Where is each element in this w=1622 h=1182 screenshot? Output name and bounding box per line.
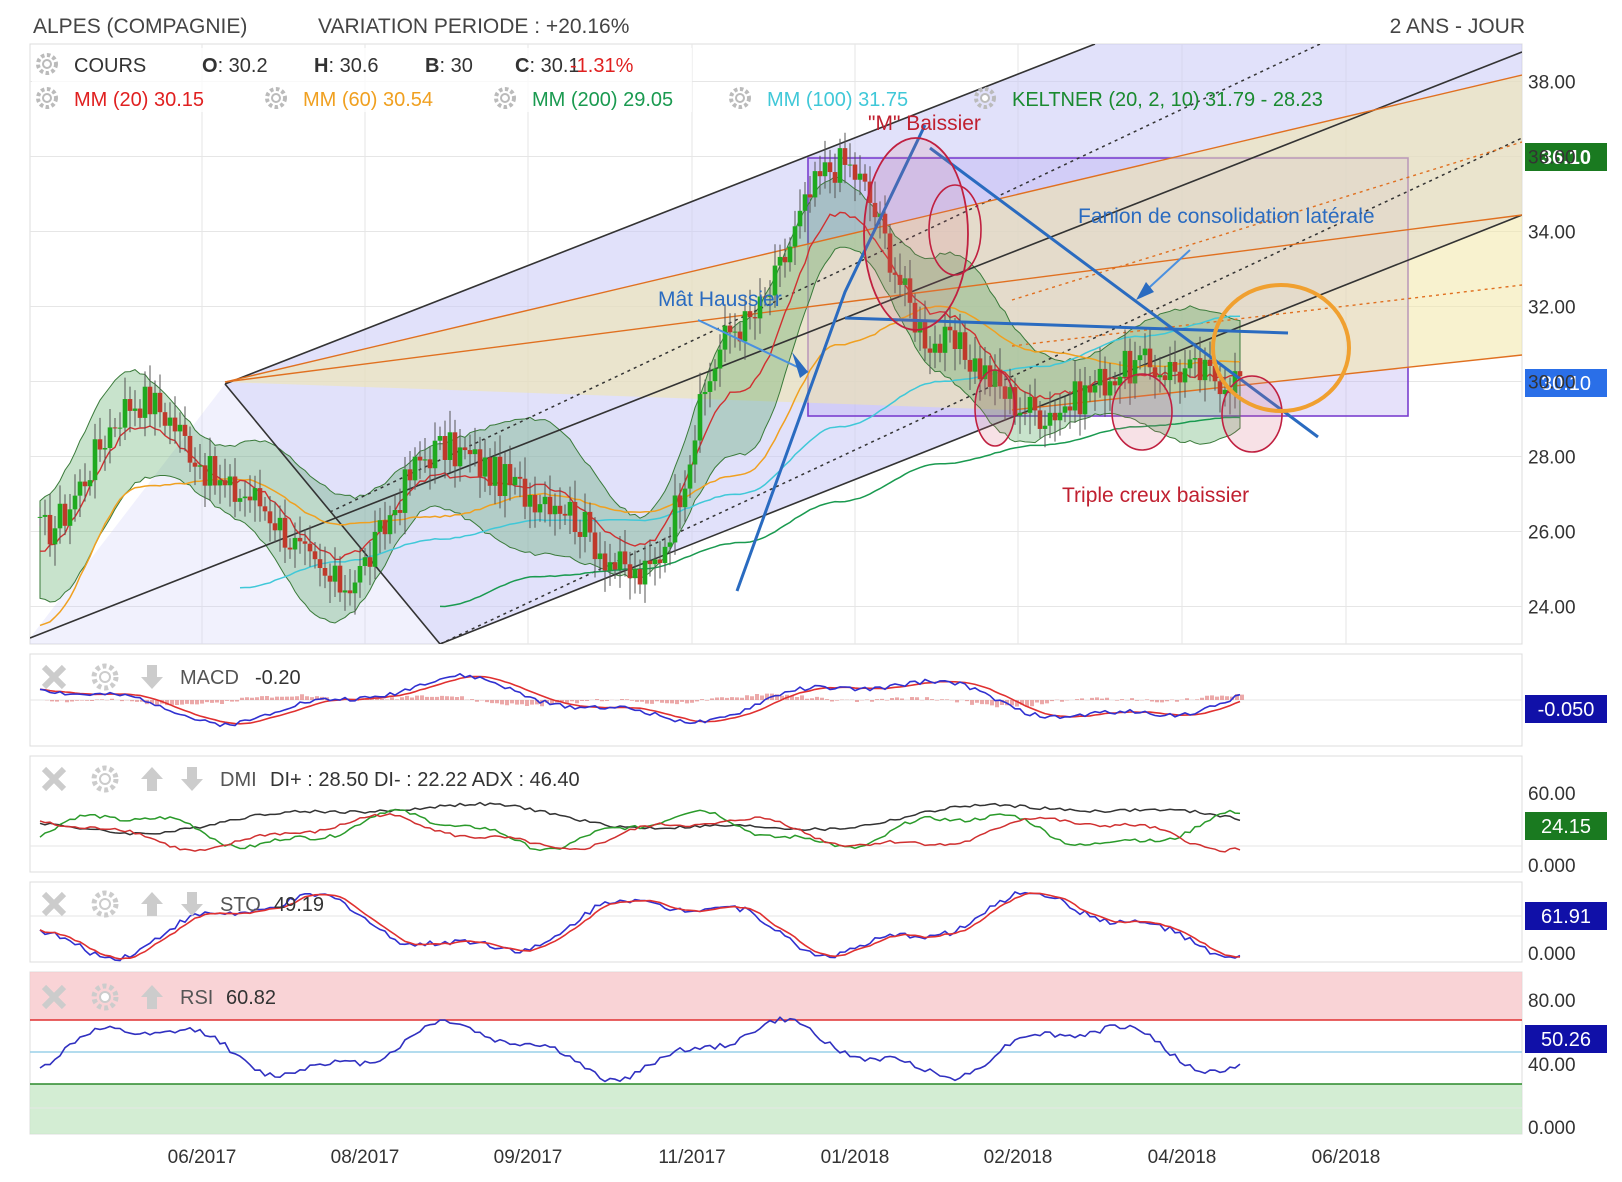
svg-text:-0.050: -0.050: [1538, 699, 1595, 721]
sto-name: STO: [220, 894, 261, 916]
y-tick-label: 32.00: [1528, 298, 1576, 319]
sto-value: 49.19: [274, 894, 324, 916]
x-tick-label: 11/2017: [658, 1147, 725, 1168]
y-tick-label: 36.00: [1528, 148, 1576, 169]
price-panel: "M" Baissier Mât Haussier Fanion de cons…: [29, 43, 1607, 1134]
x-tick-label: 06/2018: [1312, 1147, 1381, 1168]
macd-value-tag: -0.050: [1525, 695, 1607, 723]
cours-label: COURS: [74, 55, 146, 77]
indicator-legend-item[interactable]: MM (200) 29.05: [532, 89, 673, 111]
rsi-tick-40: 40.00: [1528, 1055, 1576, 1076]
indicator-legend-item[interactable]: MM (60) 30.54: [303, 89, 433, 111]
ohlc-b: B: 30: [425, 55, 473, 77]
y-tick-label: 30.00: [1528, 373, 1576, 394]
dmi-tick-60: 60.00: [1528, 784, 1576, 805]
dmi-values: DI+ : 28.50 DI- : 22.22 ADX : 46.40: [270, 769, 580, 791]
indicator-legend-item[interactable]: KELTNER (20, 2, 10) 31.79 - 28.23: [1012, 89, 1323, 111]
svg-text:61.91: 61.91: [1541, 906, 1591, 928]
macd-name: MACD: [180, 667, 239, 689]
x-tick-label: 02/2018: [984, 1147, 1053, 1168]
price-change: -1.31%: [570, 55, 634, 77]
stock-chart: ALPES (COMPAGNIE) VARIATION PERIODE : +2…: [29, 15, 1607, 1168]
triple-creux-label: Triple creux baissier: [1062, 484, 1249, 507]
x-tick-label: 09/2017: [494, 1147, 563, 1168]
indicator-legend-item[interactable]: MM (100) 31.75: [767, 89, 908, 111]
period-variation: VARIATION PERIODE : +20.16%: [318, 15, 629, 38]
y-tick-label: 38.00: [1528, 73, 1576, 94]
price-y-axis: 38.00 36.00 34.00 32.00 30.00 28.00 26.00 24.00: [1528, 73, 1576, 619]
m-top-ellipse: [863, 137, 969, 331]
fanion-label: Fanion de consolidation latérale: [1078, 205, 1375, 228]
x-tick-label: 01/2018: [821, 1147, 890, 1168]
rsi-value-tag: 50.26: [1525, 1025, 1607, 1053]
y-tick-label: 34.00: [1528, 223, 1576, 244]
rsi-panel: RSI 60.82 80.00 40.00 0.000 50.26: [29, 971, 1607, 1139]
rsi-name: RSI: [180, 987, 213, 1009]
chart-title: ALPES (COMPAGNIE): [33, 15, 247, 38]
dmi-name: DMI: [220, 769, 257, 791]
macd-panel: MACD -0.20 -0.050: [29, 653, 1607, 747]
x-tick-label: 06/2017: [168, 1147, 237, 1168]
sto-panel: STO 49.19 0.000 61.91: [29, 881, 1607, 965]
period-selector[interactable]: 2 ANS - JOUR: [1390, 15, 1525, 38]
y-tick-label: 28.00: [1528, 448, 1576, 469]
rsi-value: 60.82: [226, 987, 276, 1009]
dmi-panel: DMI DI+ : 28.50 DI- : 22.22 ADX : 46.40 …: [29, 755, 1607, 877]
dmi-tick-0: 0.000: [1528, 856, 1576, 877]
rsi-oversold-zone: [30, 1084, 1522, 1134]
dmi-value-tag: 24.15: [1525, 812, 1607, 840]
y-tick-label: 26.00: [1528, 523, 1576, 544]
date-x-axis: 06/2017 08/2017 09/2017 11/2017 01/2018 02/20…: [168, 1147, 1381, 1168]
trough-1-ellipse: [974, 369, 1016, 447]
ohlc-h: H: 30.6: [314, 55, 379, 77]
rsi-tick-80: 80.00: [1528, 991, 1576, 1012]
macd-value: -0.20: [255, 667, 301, 689]
rsi-tick-0: 0.000: [1528, 1118, 1576, 1139]
mat-haussier-label: Mât Haussier: [658, 288, 782, 311]
trough-2-ellipse: [1111, 373, 1173, 451]
indicator-legend-item[interactable]: MM (20) 30.15: [74, 89, 204, 111]
x-tick-label: 08/2017: [331, 1147, 400, 1168]
ohlc-o: O: 30.2: [202, 55, 268, 77]
sto-tick-0: 0.000: [1528, 944, 1576, 965]
x-tick-label: 04/2018: [1148, 1147, 1217, 1168]
svg-text:50.26: 50.26: [1541, 1029, 1591, 1051]
y-tick-label: 24.00: [1528, 598, 1576, 619]
m-baissier-label: "M" Baissier: [868, 112, 981, 135]
trough-3-ellipse: [1221, 375, 1283, 453]
svg-text:24.15: 24.15: [1541, 816, 1591, 838]
sto-value-tag: 61.91: [1525, 902, 1607, 930]
